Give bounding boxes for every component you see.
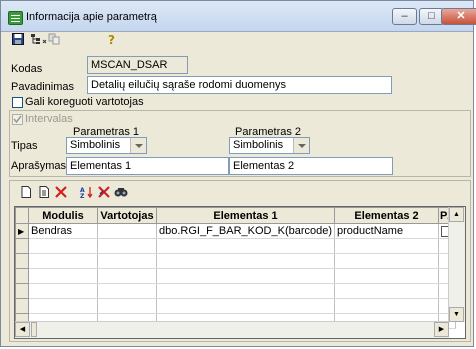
scroll-thumb[interactable] (31, 322, 37, 337)
pavadinimas-field[interactable]: Detalių eilučių sąraše rodomi duomenys (87, 76, 392, 94)
aprasymas2-field[interactable]: Elementas 2 (229, 157, 393, 175)
scroll-down-icon[interactable]: ▼ (449, 307, 464, 322)
copy-icon[interactable] (48, 33, 60, 45)
form-area: ? Kodas MSCAN_DSAR Pavadinimas Detalių e… (5, 32, 471, 342)
close-button[interactable]: ✕ (441, 8, 476, 25)
table-row[interactable]: ▶ Bendras dbo.RGI_F_BAR_KOD_K(barcode) p… (15, 223, 457, 239)
params-grid: Modulis Vartotojas Elementas 1 Elementas… (14, 206, 466, 339)
editable-label: Gali koreguoti vartotojas (25, 96, 144, 108)
current-row-indicator: ▶ (15, 223, 29, 239)
scroll-up-icon[interactable]: ▲ (449, 207, 464, 222)
scroll-right-icon[interactable]: ▶ (434, 322, 449, 337)
aprasymas-label: Aprašymas (11, 160, 67, 172)
kodas-field[interactable]: MSCAN_DSAR (87, 56, 188, 74)
edit-icon[interactable] (38, 186, 50, 198)
interval-label: Intervalas (25, 113, 73, 125)
pavadinimas-label: Pavadinimas (11, 81, 74, 93)
col-elementas1[interactable]: Elementas 1 (155, 207, 336, 224)
tipas2-value: Simbolinis (233, 139, 284, 151)
grid-table: Modulis Vartotojas Elementas 1 Elementas… (15, 207, 457, 329)
row-indicator-header (15, 207, 29, 224)
window: Informacija apie parametrą – □ ✕ ? Kodas… (0, 0, 476, 347)
interval-checkbox[interactable] (12, 114, 23, 125)
save-icon[interactable] (12, 33, 24, 45)
vertical-scrollbar[interactable]: ▲ ▼ (448, 207, 465, 322)
help-icon[interactable]: ? (106, 33, 118, 45)
cell-vartotojas[interactable] (97, 223, 157, 239)
app-icon (8, 11, 23, 25)
horizontal-scrollbar[interactable]: ◀ ▶ (15, 321, 449, 338)
tipas2-combo[interactable]: Simbolinis (229, 137, 310, 154)
table-row[interactable] (15, 298, 457, 314)
chevron-down-icon[interactable] (130, 138, 146, 153)
table-row[interactable] (15, 283, 457, 299)
aprasymas1-field[interactable]: Elementas 1 (66, 157, 229, 175)
cell-modulis[interactable]: Bendras (28, 223, 98, 239)
new-icon[interactable] (20, 186, 32, 198)
svg-text:Z: Z (80, 193, 85, 198)
tipas1-combo[interactable]: Simbolinis (66, 137, 147, 154)
table-row[interactable] (15, 268, 457, 284)
find-icon[interactable] (114, 186, 128, 198)
tipas1-value: Simbolinis (70, 139, 121, 151)
minimize-button[interactable]: – (392, 8, 417, 25)
table-row[interactable] (15, 238, 457, 254)
window-title: Informacija apie parametrą (26, 11, 157, 23)
clear-filter-icon[interactable] (98, 186, 110, 198)
col-modulis[interactable]: Modulis (28, 207, 98, 224)
editable-checkbox[interactable] (12, 97, 23, 108)
col-elementas2[interactable]: Elementas 2 (334, 207, 440, 224)
col-vartotojas[interactable]: Vartotojas (97, 207, 157, 224)
sort-az-icon[interactable]: AZ (80, 186, 94, 198)
delete-icon[interactable] (55, 186, 67, 198)
scroll-left-icon[interactable]: ◀ (15, 322, 30, 337)
tipas-label: Tipas (11, 140, 38, 152)
title-bar: Informacija apie parametrą – □ ✕ (1, 1, 476, 32)
cell-elementas2[interactable]: productName (334, 223, 440, 239)
tree-view-icon[interactable] (30, 33, 47, 45)
kodas-label: Kodas (11, 63, 43, 75)
svg-text:?: ? (108, 33, 115, 45)
chevron-down-icon[interactable] (293, 138, 309, 153)
cell-elementas1[interactable]: dbo.RGI_F_BAR_KOD_K(barcode) (156, 223, 336, 239)
table-row[interactable] (15, 253, 457, 269)
